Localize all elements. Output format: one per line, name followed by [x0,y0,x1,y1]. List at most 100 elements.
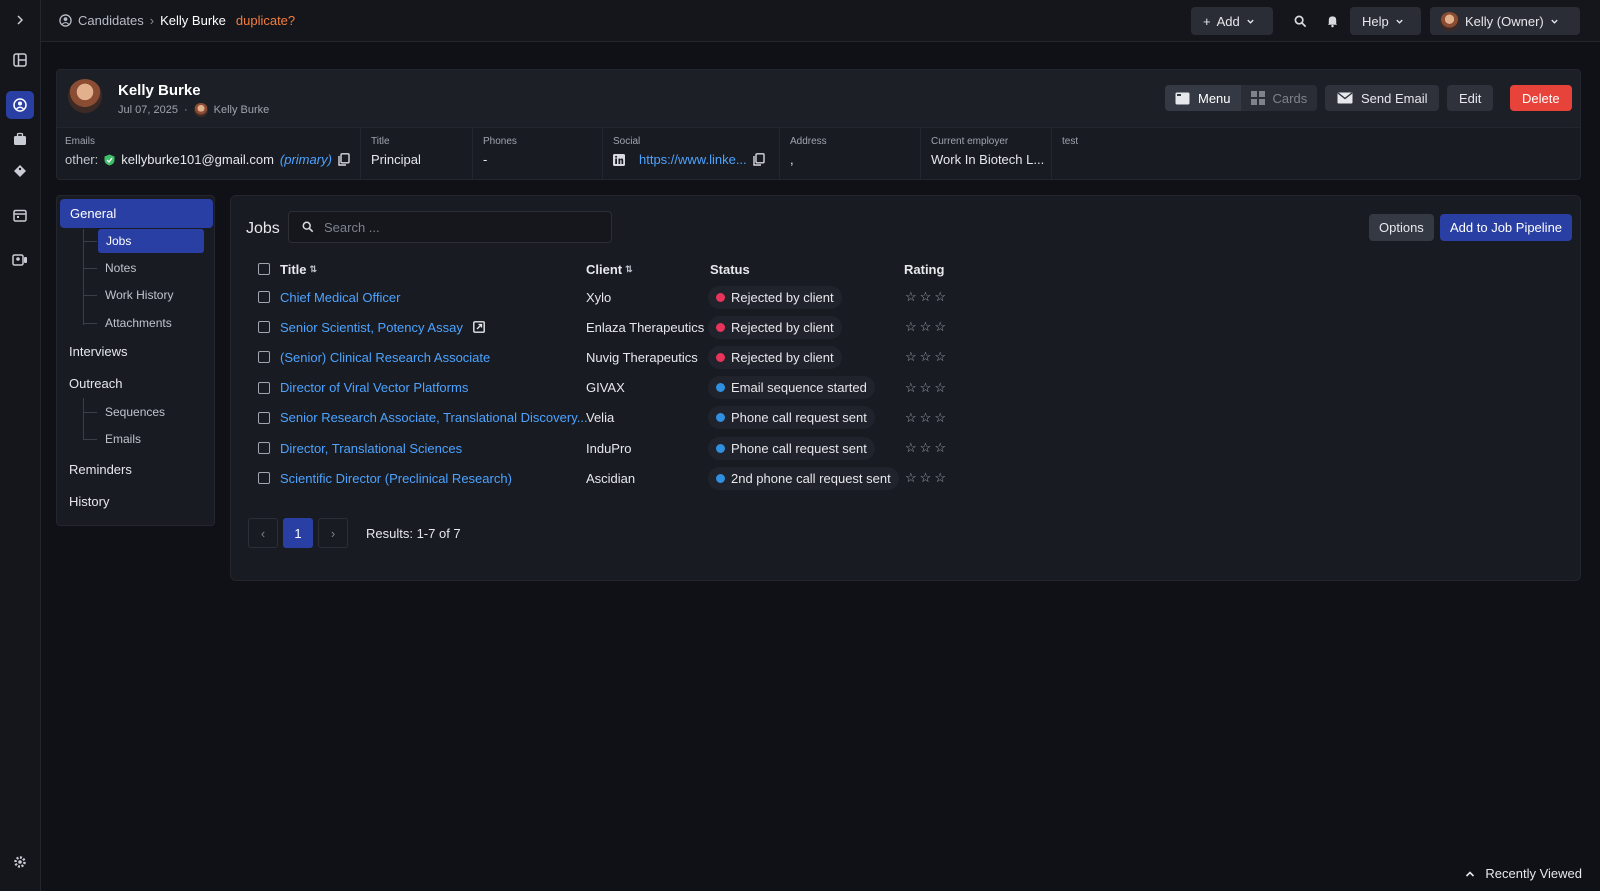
row-checkbox[interactable] [258,381,270,394]
job-title-link[interactable]: Director, Translational Sciences [280,441,462,456]
copy-icon[interactable] [338,153,350,166]
subnav-work-history[interactable]: Work History [105,288,173,302]
tag-icon[interactable] [9,160,31,182]
star-icon[interactable]: ☆ [920,410,932,426]
rating-stars[interactable]: ☆ ☆ ☆ [905,440,946,456]
star-icon[interactable]: ☆ [920,349,932,365]
star-icon[interactable]: ☆ [905,289,917,305]
copy-icon[interactable] [752,153,765,166]
job-title-link[interactable]: Scientific Director (Preclinical Researc… [280,471,512,486]
recently-viewed-toggle[interactable]: Recently Viewed [1465,866,1582,881]
subnav-interviews[interactable]: Interviews [69,344,128,359]
row-checkbox[interactable] [258,321,270,334]
job-title-link[interactable]: Senior Scientist, Potency Assay [280,320,463,335]
search-icon[interactable] [1291,12,1309,30]
delete-button[interactable]: Delete [1510,85,1572,111]
subnav-sequences[interactable]: Sequences [105,405,165,419]
status-badge[interactable]: Rejected by client [708,285,842,309]
email-value[interactable]: kellyburke101@gmail.com [121,152,274,167]
rating-stars[interactable]: ☆ ☆ ☆ [905,380,946,396]
row-checkbox[interactable] [258,472,270,485]
subnav-jobs[interactable]: Jobs [98,229,204,253]
star-icon[interactable]: ☆ [905,380,917,396]
candidates-icon[interactable] [6,91,34,119]
job-title-link[interactable]: Senior Research Associate, Translational… [280,410,588,425]
add-to-job-pipeline-button[interactable]: Add to Job Pipeline [1440,214,1573,241]
star-icon[interactable]: ☆ [920,319,932,335]
rating-stars[interactable]: ☆ ☆ ☆ [905,289,946,305]
star-icon[interactable]: ☆ [934,410,946,426]
star-icon[interactable]: ☆ [934,349,946,365]
client-name: InduPro [586,440,632,456]
status-badge[interactable]: Rejected by client [708,345,842,369]
options-button[interactable]: Options [1369,214,1434,241]
row-checkbox[interactable] [258,291,270,303]
status-badge[interactable]: Email sequence started [708,376,875,400]
rating-stars[interactable]: ☆ ☆ ☆ [905,470,946,486]
employer-value: Work In Biotech L... [931,152,1045,167]
subnav-reminders[interactable]: Reminders [69,462,132,477]
edit-button[interactable]: Edit [1447,85,1494,111]
bell-icon[interactable] [1323,12,1341,30]
subnav-outreach[interactable]: Outreach [69,376,122,391]
dashboard-icon[interactable] [9,49,31,71]
linkedin-link[interactable]: https://www.linke... [639,152,747,167]
subnav-emails[interactable]: Emails [105,432,141,446]
star-icon[interactable]: ☆ [934,319,946,335]
status-badge[interactable]: 2nd phone call request sent [708,466,899,490]
breadcrumb-candidates[interactable]: Candidates [78,13,144,28]
select-all-checkbox[interactable] [258,263,270,275]
row-checkbox[interactable] [258,442,270,454]
rating-stars[interactable]: ☆ ☆ ☆ [905,410,946,426]
star-icon[interactable]: ☆ [920,470,932,486]
job-title-link[interactable]: (Senior) Clinical Research Associate [280,350,490,365]
star-icon[interactable]: ☆ [905,440,917,456]
help-button[interactable]: Help [1350,7,1421,35]
star-icon[interactable]: ☆ [934,470,946,486]
subnav-history[interactable]: History [69,494,109,509]
status-badge[interactable]: Rejected by client [708,315,842,339]
delete-label: Delete [1522,90,1560,106]
star-icon[interactable]: ☆ [920,380,932,396]
star-icon[interactable]: ☆ [905,410,917,426]
rating-stars[interactable]: ☆ ☆ ☆ [905,319,946,335]
row-checkbox[interactable] [258,351,270,364]
column-title[interactable]: Title ⇅ [280,258,317,280]
job-title-link[interactable]: Chief Medical Officer [280,290,400,305]
job-title-link[interactable]: Director of Viral Vector Platforms [280,380,468,395]
menu-view-button[interactable]: Menu [1165,85,1241,111]
star-icon[interactable]: ☆ [905,319,917,335]
rating-stars[interactable]: ☆ ☆ ☆ [905,349,946,365]
send-email-button[interactable]: Send Email [1325,85,1440,111]
subnav-general[interactable]: General [60,199,213,228]
star-icon[interactable]: ☆ [920,289,932,305]
status-badge[interactable]: Phone call request sent [708,406,875,430]
expand-chevron-icon[interactable] [9,9,31,31]
star-icon[interactable]: ☆ [905,470,917,486]
subnav-notes[interactable]: Notes [105,261,136,275]
next-page-button[interactable]: › [318,518,348,548]
star-icon[interactable]: ☆ [934,380,946,396]
add-button[interactable]: + Add [1191,7,1273,35]
column-client[interactable]: Client ⇅ [586,258,633,280]
prev-page-button[interactable]: ‹ [248,518,278,548]
subnav-attachments[interactable]: Attachments [105,316,172,330]
star-icon[interactable]: ☆ [934,440,946,456]
row-checkbox[interactable] [258,411,270,424]
calendar-icon[interactable] [9,204,31,226]
status-badge[interactable]: Phone call request sent [708,436,875,460]
cards-view-label: Cards [1272,90,1308,106]
star-icon[interactable]: ☆ [905,349,917,365]
duplicate-flag[interactable]: duplicate? [236,13,295,28]
briefcase-icon[interactable] [9,128,31,150]
cards-view-button[interactable]: Cards [1241,85,1318,111]
star-icon[interactable]: ☆ [920,440,932,456]
user-menu-button[interactable]: Kelly (Owner) [1430,7,1580,35]
page-1-button[interactable]: 1 [283,518,313,548]
external-link-icon[interactable] [472,321,485,334]
settings-gear-icon[interactable] [9,851,31,873]
jobs-search-input[interactable] [324,219,594,235]
client-name: GIVAX [586,380,625,396]
star-icon[interactable]: ☆ [934,289,946,305]
contacts-icon[interactable] [9,249,31,271]
